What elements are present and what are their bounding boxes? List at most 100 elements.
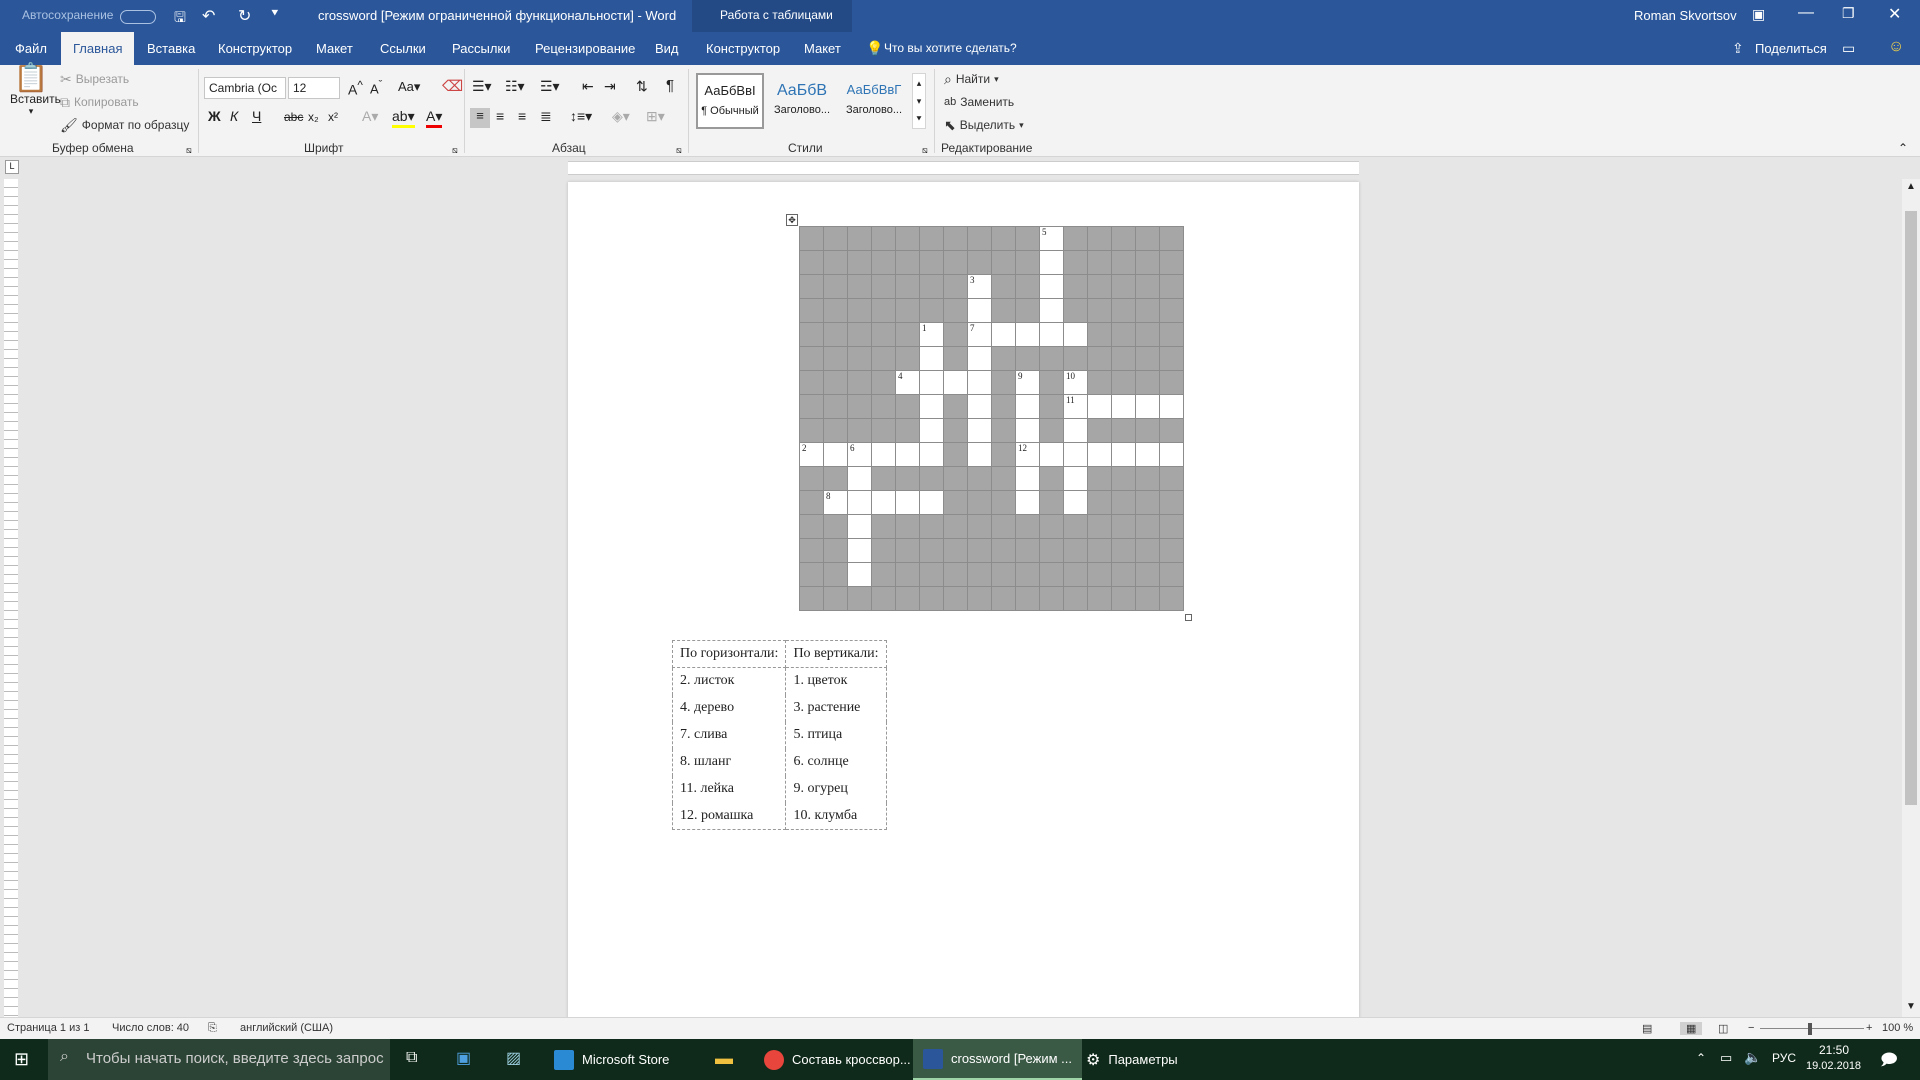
crossword-cell[interactable] (895, 490, 920, 515)
crossword-cell[interactable] (967, 346, 992, 371)
line-spacing-icon[interactable]: ↕≡▾ (570, 108, 592, 125)
crossword-cell[interactable] (1039, 442, 1064, 467)
crossword-cell[interactable]: 9 (1015, 370, 1040, 395)
save-icon[interactable]: 🖫 (174, 7, 186, 31)
down-clue[interactable]: 9. огурец (785, 775, 887, 803)
crossword-cell[interactable] (1015, 322, 1040, 347)
strikethrough-icon[interactable]: abc (284, 110, 303, 124)
proofing-icon[interactable]: ⎘ (208, 1022, 217, 1035)
tray-expand-icon[interactable]: ⌃ (1696, 1051, 1706, 1065)
comments-icon[interactable]: ▭ (1842, 40, 1855, 57)
zoom-slider[interactable] (1760, 1028, 1864, 1029)
tab-table-design[interactable]: Конструктор (706, 41, 780, 56)
crossword-cell[interactable] (967, 370, 992, 395)
volume-icon[interactable]: 🔈 (1744, 1049, 1761, 1066)
zoom-out-icon[interactable]: − (1748, 1022, 1754, 1034)
crossword-cell[interactable]: 7 (967, 322, 992, 347)
scroll-thumb[interactable] (1905, 211, 1917, 805)
align-left-icon[interactable]: ≡ (470, 108, 490, 128)
crossword-cell[interactable] (1015, 466, 1040, 491)
folder-icon[interactable]: ▬ (715, 1048, 733, 1069)
crossword-cell[interactable] (1087, 394, 1112, 419)
scroll-down-icon[interactable]: ▼ (1906, 1001, 1916, 1012)
align-right-icon[interactable]: ≡ (518, 108, 526, 124)
down-clue[interactable]: 3. растение (785, 694, 887, 722)
tab-references[interactable]: Ссылки (380, 41, 426, 56)
select-button[interactable]: ⬉ Выделить ▾ (944, 118, 1024, 132)
down-clue[interactable]: 1. цветок (785, 667, 887, 695)
crossword-cell[interactable] (1015, 394, 1040, 419)
crossword-cell[interactable] (847, 466, 872, 491)
multilevel-list-icon[interactable]: ☲▾ (540, 78, 560, 95)
clock-date[interactable]: 19.02.2018 (1806, 1060, 1861, 1072)
crossword-cell[interactable] (1111, 394, 1136, 419)
crossword-cell[interactable]: 11 (1063, 394, 1088, 419)
sort-icon[interactable]: ⇅ (636, 78, 648, 95)
crossword-cell[interactable] (871, 490, 896, 515)
task-view-icon[interactable]: ⧉ (406, 1049, 417, 1067)
superscript-icon[interactable]: x² (328, 110, 338, 124)
crossword-cell[interactable] (1111, 442, 1136, 467)
crossword-cell[interactable]: 6 (847, 442, 872, 467)
taskbar-search[interactable]: ⌕ Чтобы начать поиск, введите здесь запр… (48, 1039, 390, 1080)
across-clue[interactable]: 4. дерево (671, 694, 787, 722)
undo-icon[interactable]: ↶ (202, 6, 215, 26)
down-clue[interactable]: 5. птица (785, 721, 887, 749)
across-clue[interactable]: 7. слива (671, 721, 787, 749)
paste-button[interactable]: 📋 Вставить ▾ (10, 64, 61, 117)
tab-review[interactable]: Рецензирование (535, 41, 635, 56)
crossword-cell[interactable]: 3 (967, 274, 992, 299)
cut-button[interactable]: ✂ Вырезать (60, 72, 129, 86)
restore-icon[interactable]: ❐ (1842, 5, 1855, 22)
text-effects-icon[interactable]: A▾ (362, 108, 378, 125)
clock-time[interactable]: 21:50 (1812, 1043, 1856, 1057)
crossword-cell[interactable] (1063, 442, 1088, 467)
web-layout-icon[interactable]: ◫ (1718, 1022, 1728, 1035)
justify-icon[interactable]: ≣ (540, 108, 552, 125)
crossword-cell[interactable] (1015, 490, 1040, 515)
close-icon[interactable]: ✕ (1888, 4, 1901, 24)
shading-icon[interactable]: ◈▾ (612, 108, 630, 125)
crossword-cell[interactable]: 1 (919, 322, 944, 347)
zoom-level[interactable]: 100 % (1882, 1022, 1913, 1034)
notifications-icon[interactable]: 🗩 (1880, 1049, 1898, 1076)
crossword-cell[interactable]: 4 (895, 370, 920, 395)
crossword-cell[interactable]: 2 (799, 442, 824, 467)
italic-button[interactable]: К (230, 108, 238, 124)
across-clue[interactable]: 12. ромашка (671, 802, 787, 830)
crossword-cell[interactable] (823, 442, 848, 467)
autosave-toggle[interactable] (120, 10, 156, 24)
crossword-cell[interactable] (967, 298, 992, 323)
ruler-track[interactable] (568, 161, 1359, 175)
bullets-icon[interactable]: ☰▾ (472, 78, 492, 95)
change-case-icon[interactable]: Aa▾ (398, 79, 420, 95)
crossword-cell[interactable] (1159, 442, 1184, 467)
crossword-cell[interactable] (895, 442, 920, 467)
crossword-cell[interactable] (967, 394, 992, 419)
tab-view[interactable]: Вид (655, 41, 679, 56)
crossword-cell[interactable]: 8 (823, 490, 848, 515)
tell-me-search[interactable]: Что вы хотите сделать? (884, 41, 1017, 55)
crossword-cell[interactable] (1039, 298, 1064, 323)
style-normal[interactable]: АаБбВвІ ¶ Обычный (696, 73, 764, 129)
increase-indent-icon[interactable]: ⇥ (604, 78, 616, 95)
crossword-cell[interactable] (919, 346, 944, 371)
document-page[interactable]: ✥ 5 3 1 7 4 9 10 11 2 6 12 8 По горизонтали: По вер… (568, 182, 1359, 1020)
vertical-scrollbar[interactable]: ▲ ▼ (1902, 179, 1920, 1017)
table-move-handle-icon[interactable]: ✥ (786, 214, 798, 226)
share-button[interactable]: Поделиться (1755, 41, 1827, 56)
crossword-cell[interactable] (919, 370, 944, 395)
crossword-cell[interactable]: 10 (1063, 370, 1088, 395)
crossword-cell[interactable] (967, 442, 992, 467)
crossword-cell[interactable]: 12 (1015, 442, 1040, 467)
font-color-icon[interactable]: A▾ (426, 108, 443, 128)
font-name-select[interactable]: Cambria (Ос (204, 77, 286, 99)
crossword-cell[interactable] (1159, 394, 1184, 419)
minimize-icon[interactable]: — (1798, 4, 1814, 22)
crossword-cell[interactable] (1063, 466, 1088, 491)
language-status[interactable]: английский (США) (240, 1022, 333, 1034)
qat-dropdown-icon[interactable]: ⯆ (270, 6, 280, 21)
windows-start-icon[interactable]: ⊞ (14, 1049, 29, 1070)
crossword-cell[interactable] (1039, 322, 1064, 347)
crossword-cell[interactable]: 5 (1039, 226, 1064, 251)
